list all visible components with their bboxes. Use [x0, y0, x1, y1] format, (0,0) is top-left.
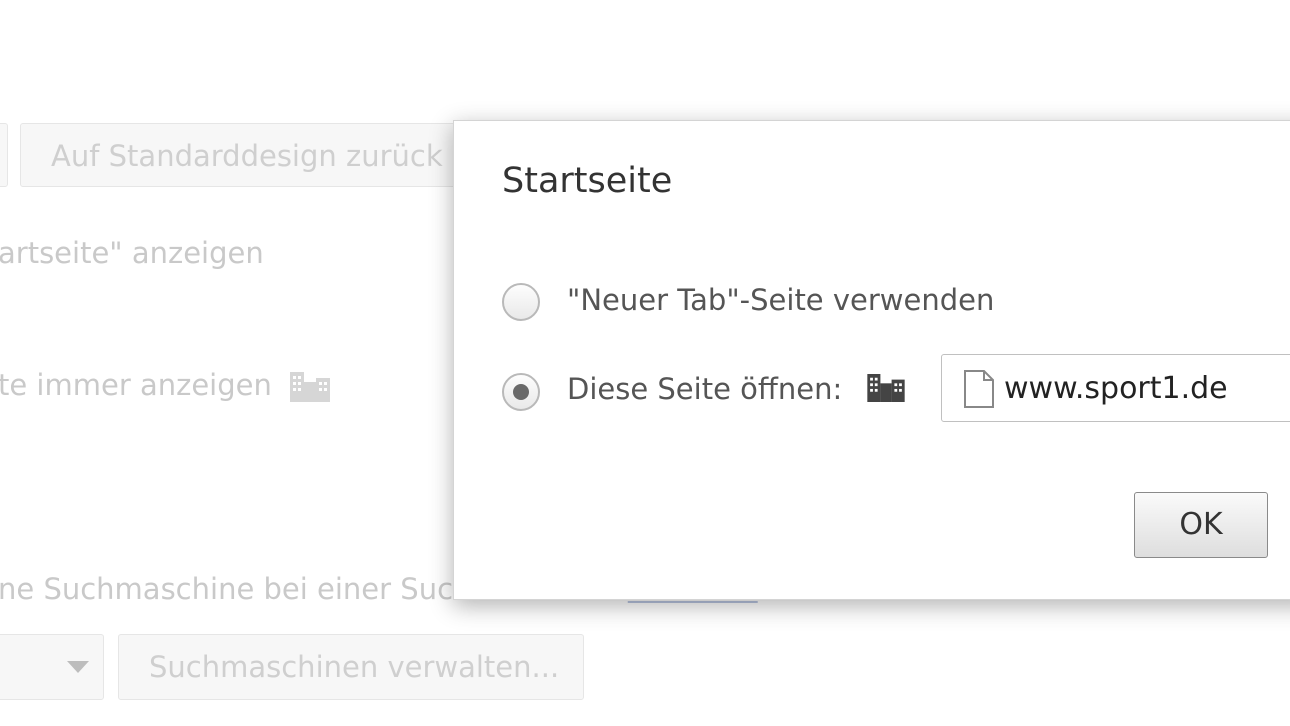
- show-home-button-label: artseite" anzeigen: [0, 236, 264, 270]
- startseite-dialog: Startseite "Neuer Tab"-Seite verwenden D…: [453, 120, 1290, 600]
- manage-search-engines-button[interactable]: Suchmaschinen verwalten...: [118, 634, 584, 700]
- page-icon: [964, 370, 994, 408]
- theme-button-fragment[interactable]: [0, 123, 8, 187]
- reset-theme-button[interactable]: Auf Standarddesign zurück: [20, 123, 480, 187]
- search-engine-select[interactable]: [0, 634, 104, 700]
- building-icon: [290, 372, 330, 402]
- dialog-title: Startseite: [502, 161, 673, 201]
- building-icon: [867, 374, 905, 402]
- bookmarks-bar-label: te immer anzeigen: [0, 368, 272, 402]
- radio-selected-dot: [513, 384, 529, 400]
- ok-button[interactable]: OK: [1134, 492, 1268, 558]
- settings-page: Auf Standarddesign zurück artseite" anze…: [0, 0, 1290, 726]
- new-tab-option-label[interactable]: "Neuer Tab"-Seite verwenden: [567, 283, 994, 317]
- homepage-url-value: www.sport1.de: [1004, 371, 1228, 406]
- open-page-option-label[interactable]: Diese Seite öffnen:: [567, 372, 842, 406]
- radio-open-page[interactable]: [502, 373, 540, 411]
- homepage-url-input[interactable]: www.sport1.de: [941, 354, 1290, 422]
- radio-new-tab[interactable]: [502, 283, 540, 321]
- chevron-down-icon: [67, 661, 89, 673]
